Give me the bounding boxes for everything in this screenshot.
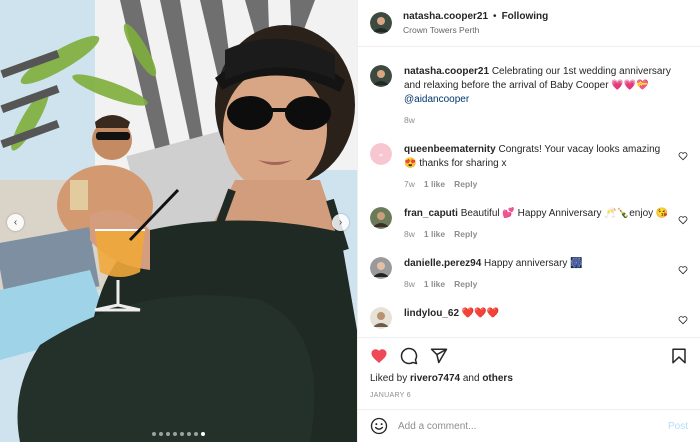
comment-age: 7w bbox=[404, 179, 415, 189]
comment-like-heart-icon[interactable] bbox=[678, 315, 688, 325]
commenter-avatar[interactable] bbox=[370, 307, 392, 329]
comment-body: queenbeematernity Congrats! Your vacay l… bbox=[404, 143, 688, 189]
comment-message: ❤️❤️❤️ bbox=[461, 308, 500, 319]
comment-text: lindylou_62 ❤️❤️❤️ bbox=[404, 307, 672, 321]
comment-like-heart-icon[interactable] bbox=[678, 265, 688, 275]
comment-reply-button[interactable]: Reply bbox=[454, 279, 477, 289]
paper-plane-icon[interactable] bbox=[430, 347, 448, 365]
comment-text: danielle.perez94 Happy anniversary 🎆 bbox=[404, 257, 672, 271]
add-comment-bar: Post bbox=[358, 409, 700, 442]
svg-text:qb: qb bbox=[379, 152, 384, 157]
author-avatar[interactable] bbox=[370, 12, 392, 34]
comment-age: 8w bbox=[404, 229, 415, 239]
comment-username[interactable]: fran_caputi bbox=[404, 208, 458, 219]
likes-others-link[interactable]: others bbox=[482, 373, 513, 384]
header-separator: • bbox=[493, 11, 497, 22]
comment-meta: 8w 1 like Reply bbox=[404, 279, 672, 289]
comment-username[interactable]: queenbeematernity bbox=[404, 144, 496, 155]
comment-item: lindylou_62 ❤️❤️❤️ bbox=[370, 307, 688, 329]
comment-reply-button[interactable]: Reply bbox=[454, 229, 477, 239]
comment-meta: 7w 1 like Reply bbox=[404, 179, 672, 189]
post-header-row: natasha.cooper21 • Following bbox=[403, 11, 548, 22]
carousel-prev-button[interactable]: ‹ bbox=[7, 214, 24, 231]
chevron-right-icon: › bbox=[338, 216, 343, 228]
likes-joiner: and bbox=[460, 373, 483, 384]
post-photo bbox=[0, 0, 357, 442]
caption: natasha.cooper21 Celebrating our 1st wed… bbox=[370, 65, 688, 125]
comment-age: 8w bbox=[404, 279, 415, 289]
chevron-left-icon: ‹ bbox=[13, 216, 18, 228]
post-date: JANUARY 6 bbox=[370, 392, 411, 399]
commenter-avatar[interactable] bbox=[370, 207, 392, 229]
caption-text: natasha.cooper21 Celebrating our 1st wed… bbox=[404, 65, 672, 107]
carousel-dot bbox=[194, 432, 198, 436]
comment-text: queenbeematernity Congrats! Your vacay l… bbox=[404, 143, 672, 171]
comment-likes[interactable]: 1 like bbox=[424, 229, 445, 239]
bookmark-icon[interactable] bbox=[670, 347, 688, 365]
carousel-indicator bbox=[0, 432, 357, 436]
post-side-panel: natasha.cooper21 • Following Crown Tower… bbox=[357, 0, 700, 442]
comment-like-heart-icon[interactable] bbox=[678, 215, 688, 225]
comment-likes[interactable]: 1 like bbox=[424, 279, 445, 289]
smiley-icon[interactable] bbox=[370, 417, 388, 435]
carousel-dot bbox=[201, 432, 205, 436]
carousel-dot bbox=[173, 432, 177, 436]
caption-mention-link[interactable]: @aidancooper bbox=[404, 94, 469, 105]
comment-like-heart-icon[interactable] bbox=[678, 151, 688, 161]
comment-message: Happy anniversary 🎆 bbox=[484, 258, 583, 269]
post-header: natasha.cooper21 • Following Crown Tower… bbox=[358, 0, 700, 47]
comment-body: lindylou_62 ❤️❤️❤️ bbox=[404, 307, 688, 321]
carousel-dot bbox=[187, 432, 191, 436]
caption-username[interactable]: natasha.cooper21 bbox=[404, 66, 489, 77]
comment-bubble-icon[interactable] bbox=[400, 347, 418, 365]
comment-item: fran_caputi Beautiful 💕 Happy Anniversar… bbox=[370, 207, 688, 239]
add-comment-input[interactable] bbox=[398, 420, 658, 432]
following-button[interactable]: Following bbox=[502, 11, 549, 22]
likes-summary: Liked by rivero7474 and others bbox=[358, 373, 700, 384]
post-location[interactable]: Crown Towers Perth bbox=[403, 25, 548, 35]
comment-username[interactable]: lindylou_62 bbox=[404, 308, 459, 319]
post-header-text: natasha.cooper21 • Following Crown Tower… bbox=[403, 11, 548, 35]
carousel-dot bbox=[159, 432, 163, 436]
carousel-next-button[interactable]: › bbox=[332, 214, 349, 231]
comment-body: fran_caputi Beautiful 💕 Happy Anniversar… bbox=[404, 207, 688, 239]
carousel-dot bbox=[166, 432, 170, 436]
author-username[interactable]: natasha.cooper21 bbox=[403, 11, 488, 22]
comment-body: danielle.perez94 Happy anniversary 🎆 8w … bbox=[404, 257, 688, 289]
comment-item: qb queenbeematernity Congrats! Your vaca… bbox=[370, 143, 688, 189]
comment-text: fran_caputi Beautiful 💕 Happy Anniversar… bbox=[404, 207, 672, 221]
post-comment-button[interactable]: Post bbox=[668, 421, 688, 432]
carousel-dot bbox=[180, 432, 184, 436]
heart-filled-icon[interactable] bbox=[370, 347, 388, 365]
comment-likes[interactable]: 1 like bbox=[424, 179, 445, 189]
likes-user-link[interactable]: rivero7474 bbox=[410, 373, 460, 384]
comment-meta: 8w 1 like Reply bbox=[404, 229, 672, 239]
commenter-avatar[interactable] bbox=[370, 257, 392, 279]
carousel-dot bbox=[152, 432, 156, 436]
comment-item: danielle.perez94 Happy anniversary 🎆 8w … bbox=[370, 257, 688, 289]
post-actions-bar bbox=[358, 337, 700, 373]
comment-message: Beautiful 💕 Happy Anniversary 🥂🍾enjoy 😘 bbox=[460, 208, 669, 219]
likes-prefix: Liked by bbox=[370, 373, 411, 384]
caption-body: natasha.cooper21 Celebrating our 1st wed… bbox=[404, 65, 688, 125]
caption-meta: 8w bbox=[404, 115, 672, 125]
comment-reply-button[interactable]: Reply bbox=[454, 179, 477, 189]
comment-username[interactable]: danielle.perez94 bbox=[404, 258, 481, 269]
post-dialog: ‹ › natasha.cooper21 • Following Crown T… bbox=[0, 0, 700, 442]
commenter-avatar[interactable]: qb bbox=[370, 143, 392, 165]
caption-age: 8w bbox=[404, 115, 415, 125]
comments-list[interactable]: natasha.cooper21 Celebrating our 1st wed… bbox=[358, 47, 700, 337]
post-media[interactable]: ‹ › bbox=[0, 0, 357, 442]
caption-author-avatar[interactable] bbox=[370, 65, 392, 87]
